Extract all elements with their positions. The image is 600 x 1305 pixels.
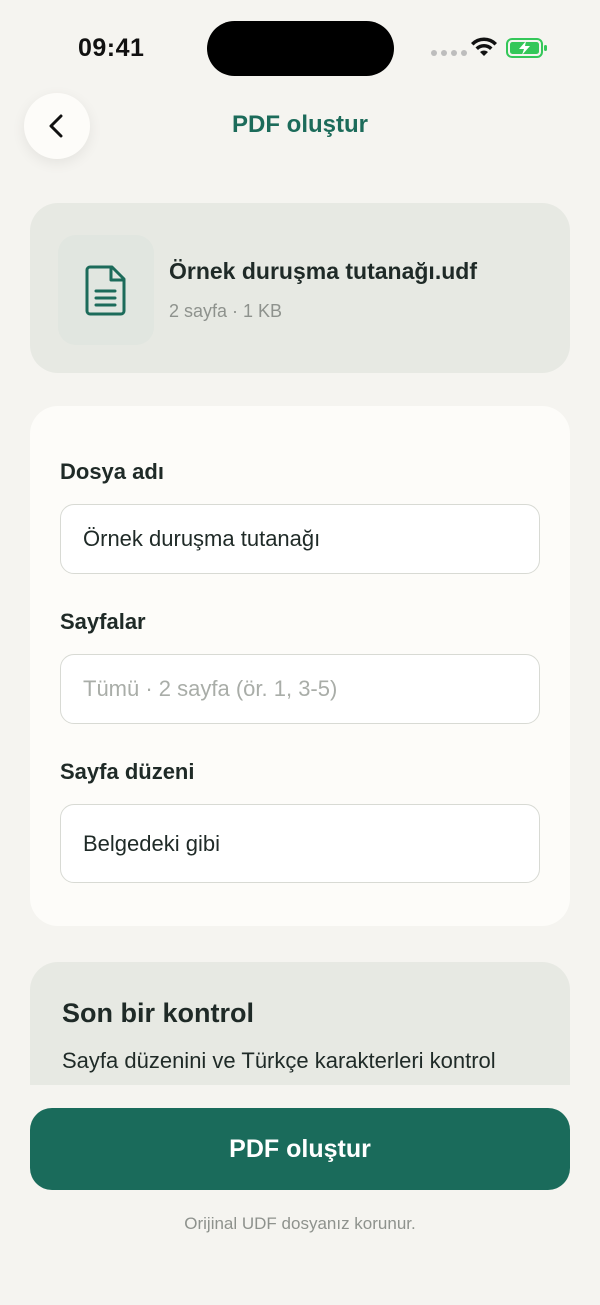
file-name: Örnek duruşma tutanağı.udf: [169, 258, 477, 284]
status-time: 09:41: [78, 34, 145, 62]
create-pdf-button[interactable]: PDF oluştur: [30, 1108, 570, 1190]
dynamic-island: [207, 21, 394, 76]
page-layout-label: Sayfa düzeni: [60, 759, 195, 784]
footnote-text: Orijinal UDF dosyanız korunur.: [184, 1214, 416, 1233]
document-icon: [85, 265, 126, 316]
cellular-signal-icon: [431, 50, 467, 56]
file-summary-card: Örnek duruşma tutanağı.udf 2 sayfa · 1 K…: [30, 203, 570, 373]
file-name-label: Dosya adı: [60, 459, 164, 484]
page-layout-select[interactable]: Belgedeki gibi: [60, 804, 540, 883]
status-bar: 09:41: [0, 0, 600, 96]
battery-charging-icon: [506, 38, 547, 58]
file-icon-box: [58, 235, 154, 345]
wifi-icon: [471, 37, 497, 56]
final-check-card: Son bir kontrol Sayfa düzenini ve Türkçe…: [30, 962, 570, 1085]
pages-input[interactable]: [60, 654, 540, 724]
final-check-text: Sayfa düzenini ve Türkçe karakterleri ko…: [62, 1048, 496, 1073]
page-title: PDF oluştur: [232, 111, 368, 138]
file-name-field[interactable]: Örnek duruşma tutanağı: [60, 504, 540, 574]
pages-label: Sayfalar: [60, 609, 146, 634]
pdf-options-form: Dosya adı Örnek duruşma tutanağı Sayfala…: [30, 406, 570, 926]
file-meta: 2 sayfa · 1 KB: [169, 301, 283, 321]
final-check-title: Son bir kontrol: [62, 998, 254, 1028]
